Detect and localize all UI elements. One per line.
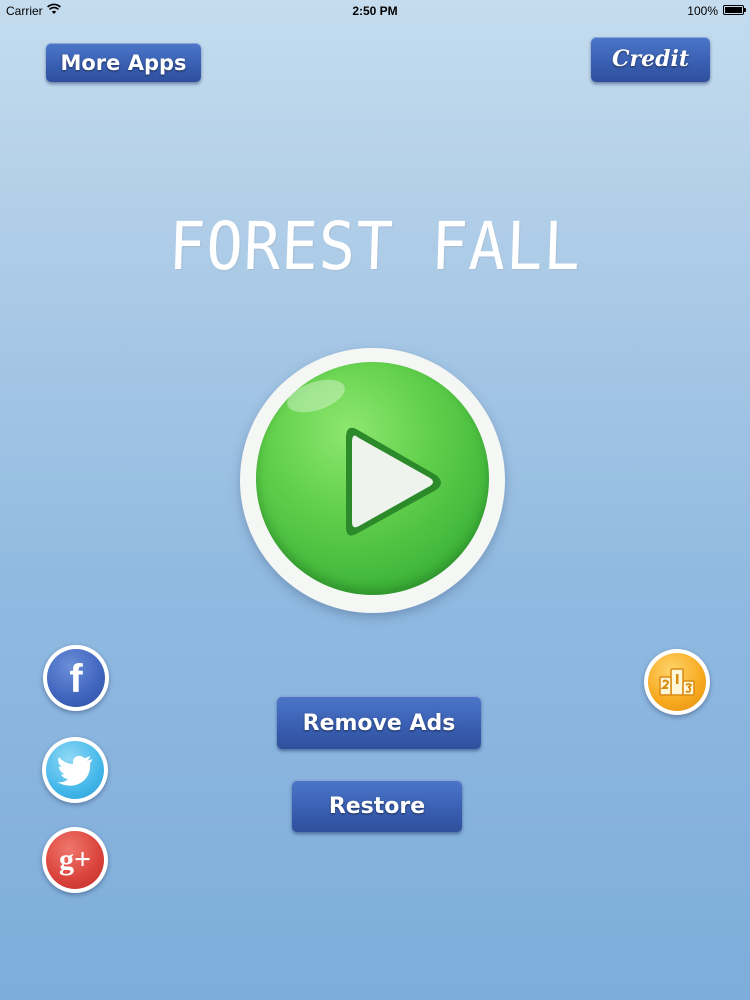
play-button[interactable] [240, 348, 505, 613]
google-plus-icon: g+ [46, 831, 104, 889]
remove-ads-button[interactable]: Remove Ads [277, 696, 481, 749]
google-plus-button[interactable]: g+ [42, 827, 108, 893]
credit-button[interactable]: Credit [591, 37, 710, 82]
more-apps-button[interactable]: More Apps [46, 43, 201, 82]
status-bar: Carrier 2:50 PM 100% [0, 0, 750, 22]
podium-icon [659, 668, 695, 696]
twitter-button[interactable] [42, 737, 108, 803]
clock-time: 2:50 PM [352, 4, 398, 18]
battery-percent: 100% [687, 4, 718, 18]
leaderboard-button[interactable] [644, 649, 710, 715]
facebook-button[interactable]: f [43, 645, 109, 711]
battery-icon [723, 5, 746, 15]
play-icon [346, 427, 441, 536]
twitter-bird-icon [57, 755, 92, 786]
facebook-icon: f [47, 649, 105, 707]
play-button-shine [283, 373, 349, 419]
game-title: FOREST FALL [167, 208, 583, 285]
restore-button[interactable]: Restore [292, 780, 462, 832]
play-button-face [256, 362, 489, 595]
